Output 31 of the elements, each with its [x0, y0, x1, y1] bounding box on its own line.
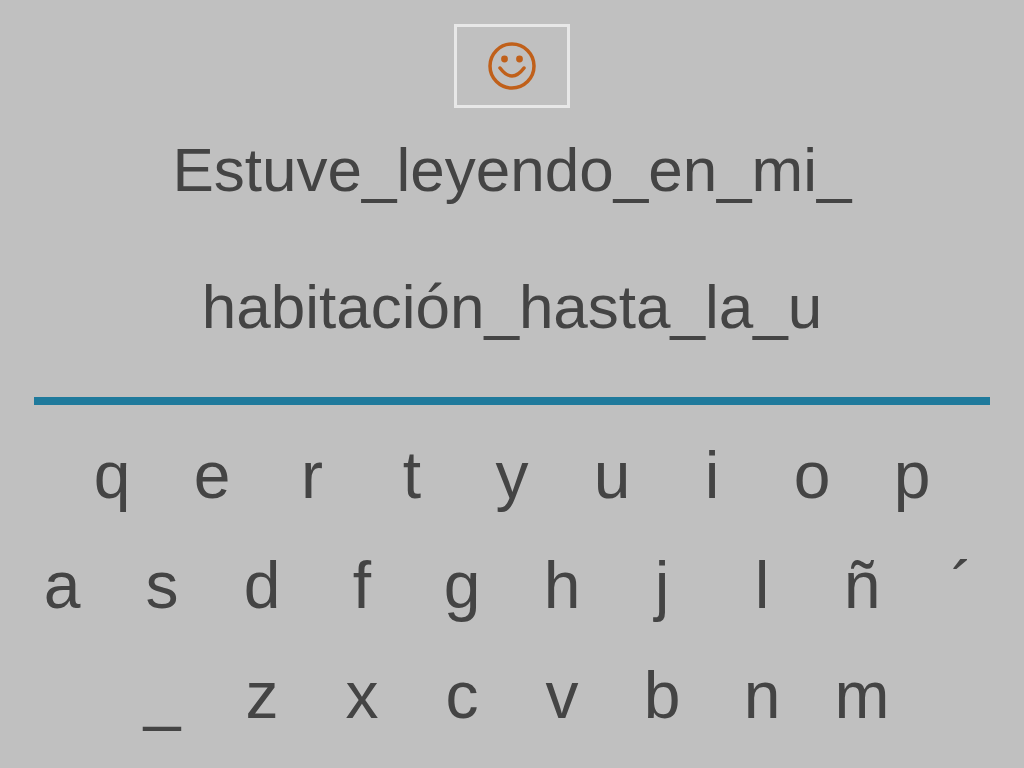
letter-key[interactable]: g [412, 535, 512, 635]
letter-key[interactable]: n [712, 645, 812, 745]
letter-key[interactable]: ´ [912, 535, 1012, 635]
letter-key[interactable]: o [762, 425, 862, 525]
letter-key[interactable]: b [612, 645, 712, 745]
letter-key[interactable]: p [862, 425, 962, 525]
letter-key[interactable]: e [162, 425, 262, 525]
sentence-line: Estuve_leyendo_en_mi_ [172, 134, 852, 206]
letter-key[interactable]: q [62, 425, 162, 525]
letter-key[interactable]: y [462, 425, 562, 525]
letter-key[interactable]: x [312, 645, 412, 745]
letter-key[interactable]: z [212, 645, 312, 745]
letter-key[interactable]: f [312, 535, 412, 635]
sentence-line: habitación_hasta_la_u [201, 271, 823, 343]
letter-key[interactable]: h [512, 535, 612, 635]
letter-key[interactable]: s [112, 535, 212, 635]
letter-key[interactable]: l [712, 535, 812, 635]
letter-key[interactable]: _ [112, 645, 212, 745]
letter-key[interactable]: j [612, 535, 712, 635]
letter-key[interactable]: v [512, 645, 612, 745]
letter-key[interactable]: r [262, 425, 362, 525]
letter-key[interactable]: m [812, 645, 912, 745]
letter-key[interactable]: c [412, 645, 512, 745]
letter-key[interactable]: ñ [812, 535, 912, 635]
letter-key[interactable]: t [362, 425, 462, 525]
letter-key[interactable]: d [212, 535, 312, 635]
smiley-icon [487, 41, 537, 91]
letter-key[interactable]: i [662, 425, 762, 525]
hint-button[interactable] [454, 24, 570, 108]
letter-key[interactable]: a [12, 535, 112, 635]
letter-key[interactable]: u [562, 425, 662, 525]
